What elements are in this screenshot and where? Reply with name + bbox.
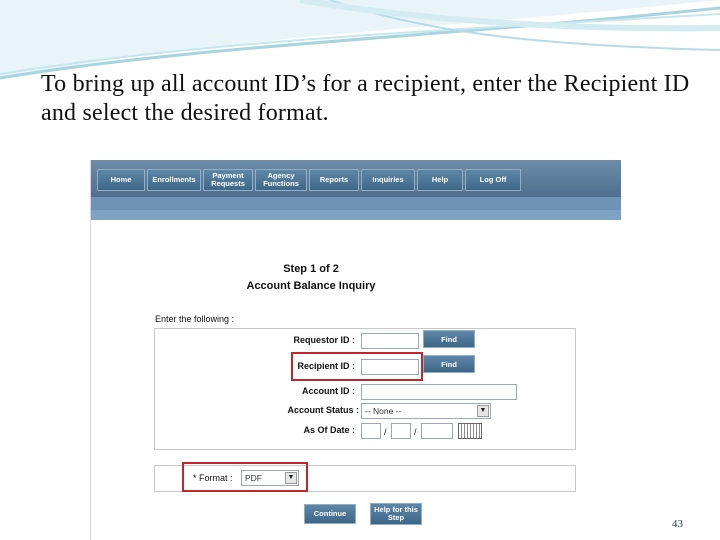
date-separator: / [414,427,417,437]
account-status-select[interactable]: -- None -- ▼ [361,403,491,419]
requestor-find-button[interactable]: Find [423,330,475,348]
date-month-input[interactable] [361,423,381,439]
nav-reports[interactable]: Reports [309,169,359,191]
date-day-input[interactable] [391,423,411,439]
app-screenshot: Home Enrollments Payment Requests Agency… [90,160,621,540]
format-highlight [182,462,308,492]
calendar-icon[interactable] [458,423,482,439]
nav-payment-requests[interactable]: Payment Requests [203,169,253,191]
as-of-date-label: As Of Date : [303,425,355,435]
date-separator: / [384,427,387,437]
account-status-label: Account Status : [287,405,359,415]
page-number: 43 [672,518,683,530]
inquiry-form: Requestor ID : Find Recipient ID : Find … [154,328,576,450]
slide-caption: To bring up all account ID’s for a recip… [41,71,690,126]
sub-navigation-stripe [91,210,621,220]
nav-agency-functions[interactable]: Agency Functions [255,169,307,191]
help-for-step-button[interactable]: Help for this Step [370,503,422,525]
nav-inquiries[interactable]: Inquiries [361,169,415,191]
page-title: Account Balance Inquiry [246,280,376,292]
nav-enrollments[interactable]: Enrollments [147,169,201,191]
header-swoosh-decoration [0,0,720,80]
form-intro: Enter the following : [155,314,235,324]
date-year-input[interactable] [421,423,453,439]
recipient-find-button[interactable]: Find [423,355,475,373]
account-id-label: Account ID : [302,386,355,396]
continue-button[interactable]: Continue [304,504,356,524]
requestor-id-input[interactable] [361,333,419,349]
nav-home[interactable]: Home [97,169,145,191]
chevron-down-icon[interactable]: ▼ [477,405,489,417]
account-id-input[interactable] [361,384,517,400]
requestor-id-label: Requestor ID : [293,335,355,345]
top-navigation: Home Enrollments Payment Requests Agency… [91,160,621,197]
nav-help[interactable]: Help [417,169,463,191]
step-title: Step 1 of 2 [283,263,339,275]
account-status-value: -- None -- [365,406,402,416]
nav-log-off[interactable]: Log Off [465,169,521,191]
recipient-id-highlight [291,352,423,381]
